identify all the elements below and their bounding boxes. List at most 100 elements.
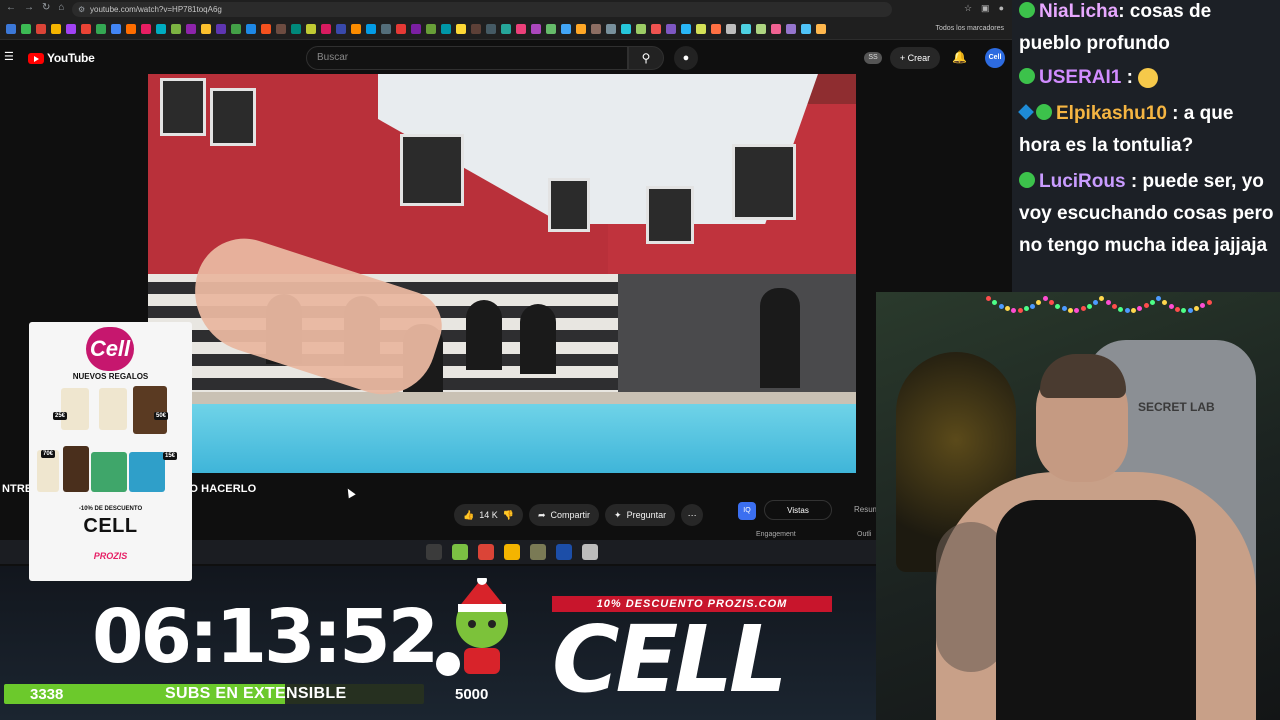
bookmark-icon[interactable] — [591, 24, 601, 34]
like-button[interactable]: 👍 14 K 👎 — [454, 504, 523, 526]
bookmark-icon[interactable] — [636, 24, 646, 34]
home-icon[interactable]: ⌂ — [58, 2, 64, 13]
bookmark-icon[interactable] — [561, 24, 571, 34]
video-player[interactable] — [148, 74, 856, 473]
bookmark-icon[interactable] — [321, 24, 331, 34]
bookmark-icon[interactable] — [186, 24, 196, 34]
bookmark-icon[interactable] — [546, 24, 556, 34]
more-options-icon[interactable]: ⋯ — [681, 504, 704, 526]
bookmark-icon[interactable] — [771, 24, 781, 34]
bookmark-icon[interactable] — [441, 24, 451, 34]
bookmark-icon[interactable] — [801, 24, 811, 34]
bookmark-icon[interactable] — [246, 24, 256, 34]
bookmark-icon[interactable] — [426, 24, 436, 34]
search-input[interactable]: Buscar — [306, 46, 628, 70]
taskbar-app-icon[interactable] — [452, 544, 468, 560]
bookmark-icon[interactable] — [126, 24, 136, 34]
chat-username: NiaLicha — [1039, 1, 1119, 22]
fairy-light — [1156, 296, 1162, 302]
share-button[interactable]: ➦ Compartir — [528, 504, 600, 526]
bookmark-icon[interactable] — [381, 24, 391, 34]
bookmark-icon[interactable] — [201, 24, 211, 34]
bookmark-star-icon[interactable]: ☆ — [964, 3, 972, 14]
bookmark-icon[interactable] — [501, 24, 511, 34]
bookmark-icon[interactable] — [336, 24, 346, 34]
bookmark-icon[interactable] — [576, 24, 586, 34]
bookmark-icon[interactable] — [666, 24, 676, 34]
bookmark-icon[interactable] — [6, 24, 16, 34]
microphone-icon[interactable]: ● — [674, 46, 698, 70]
bookmark-icon[interactable] — [96, 24, 106, 34]
bookmark-icon[interactable] — [171, 24, 181, 34]
bookmark-icon[interactable] — [366, 24, 376, 34]
extension-logo-icon[interactable]: IQ — [738, 502, 756, 520]
subs-label: SUBS EN EXTENSIBLE — [165, 685, 347, 702]
bookmark-icon[interactable] — [471, 24, 481, 34]
ss-badge[interactable]: SS — [864, 52, 882, 64]
bookmark-icon[interactable] — [66, 24, 76, 34]
profile-icon[interactable]: ● — [999, 3, 1004, 14]
bookmark-icon[interactable] — [786, 24, 796, 34]
bookmark-icon[interactable] — [306, 24, 316, 34]
tab-outline[interactable]: Outli — [857, 531, 871, 538]
bookmark-icon[interactable] — [276, 24, 286, 34]
fairy-light — [1168, 303, 1174, 309]
bookmark-icon[interactable] — [81, 24, 91, 34]
taskbar-app-icon[interactable] — [582, 544, 598, 560]
youtube-logo[interactable]: YouTube — [28, 51, 95, 65]
menu-icon[interactable]: ☰ — [4, 51, 14, 63]
create-button[interactable]: + Crear — [890, 47, 940, 69]
fairy-light — [1118, 306, 1124, 312]
tab-engagement[interactable]: Engagement — [756, 531, 796, 538]
bookmark-icon[interactable] — [21, 24, 31, 34]
bookmark-icon[interactable] — [351, 24, 361, 34]
bookmark-icon[interactable] — [411, 24, 421, 34]
bookmark-icon[interactable] — [711, 24, 721, 34]
tab-views[interactable]: Vistas — [764, 500, 832, 520]
bookmark-icon[interactable] — [456, 24, 466, 34]
bookmark-icon[interactable] — [291, 24, 301, 34]
taskbar-app-icon[interactable] — [530, 544, 546, 560]
bookmark-icon[interactable] — [651, 24, 661, 34]
bookmark-icon[interactable] — [696, 24, 706, 34]
thumbs-down-icon[interactable]: 👎 — [503, 504, 514, 526]
bookmark-icon[interactable] — [621, 24, 631, 34]
back-icon[interactable]: ← — [6, 2, 16, 13]
taskbar-app-icon[interactable] — [426, 544, 442, 560]
taskbar-app-icon[interactable] — [556, 544, 572, 560]
notifications-bell-icon[interactable]: 🔔 — [952, 50, 967, 64]
bookmark-icon[interactable] — [261, 24, 271, 34]
all-bookmarks[interactable]: Todos los marcadores — [936, 25, 1004, 32]
bookmark-icon[interactable] — [486, 24, 496, 34]
bookmark-icon[interactable] — [531, 24, 541, 34]
address-bar[interactable]: ⚙ youtube.com/watch?v=HP781toqA6g — [72, 2, 892, 17]
bookmark-icon[interactable] — [741, 24, 751, 34]
bookmark-icon[interactable] — [516, 24, 526, 34]
bookmark-icon[interactable] — [396, 24, 406, 34]
bookmark-icon[interactable] — [141, 24, 151, 34]
fairy-light — [1149, 299, 1155, 305]
bookmark-icon[interactable] — [216, 24, 226, 34]
fairy-light — [1099, 296, 1105, 302]
bookmark-icon[interactable] — [816, 24, 826, 34]
bookmark-icon[interactable] — [681, 24, 691, 34]
bookmark-icon[interactable] — [231, 24, 241, 34]
bookmark-icon[interactable] — [51, 24, 61, 34]
fairy-light — [1074, 307, 1080, 313]
site-info-icon[interactable]: ⚙ — [78, 2, 85, 17]
bookmark-icon[interactable] — [156, 24, 166, 34]
taskbar-app-icon[interactable] — [478, 544, 494, 560]
reload-icon[interactable]: ↻ — [42, 2, 50, 13]
extensions-icon[interactable]: ▣ — [981, 3, 990, 14]
ask-button[interactable]: ✦ Preguntar — [605, 504, 676, 526]
bookmark-icon[interactable] — [726, 24, 736, 34]
bookmark-icon[interactable] — [606, 24, 616, 34]
avatar[interactable]: Cell — [985, 48, 1005, 68]
bookmark-icon[interactable] — [111, 24, 121, 34]
forward-icon[interactable]: → — [24, 2, 34, 13]
bookmark-icon[interactable] — [36, 24, 46, 34]
bookmark-icon[interactable] — [756, 24, 766, 34]
search-icon[interactable]: ⚲ — [628, 46, 664, 70]
share-label: Compartir — [550, 510, 591, 520]
taskbar-app-icon[interactable] — [504, 544, 520, 560]
